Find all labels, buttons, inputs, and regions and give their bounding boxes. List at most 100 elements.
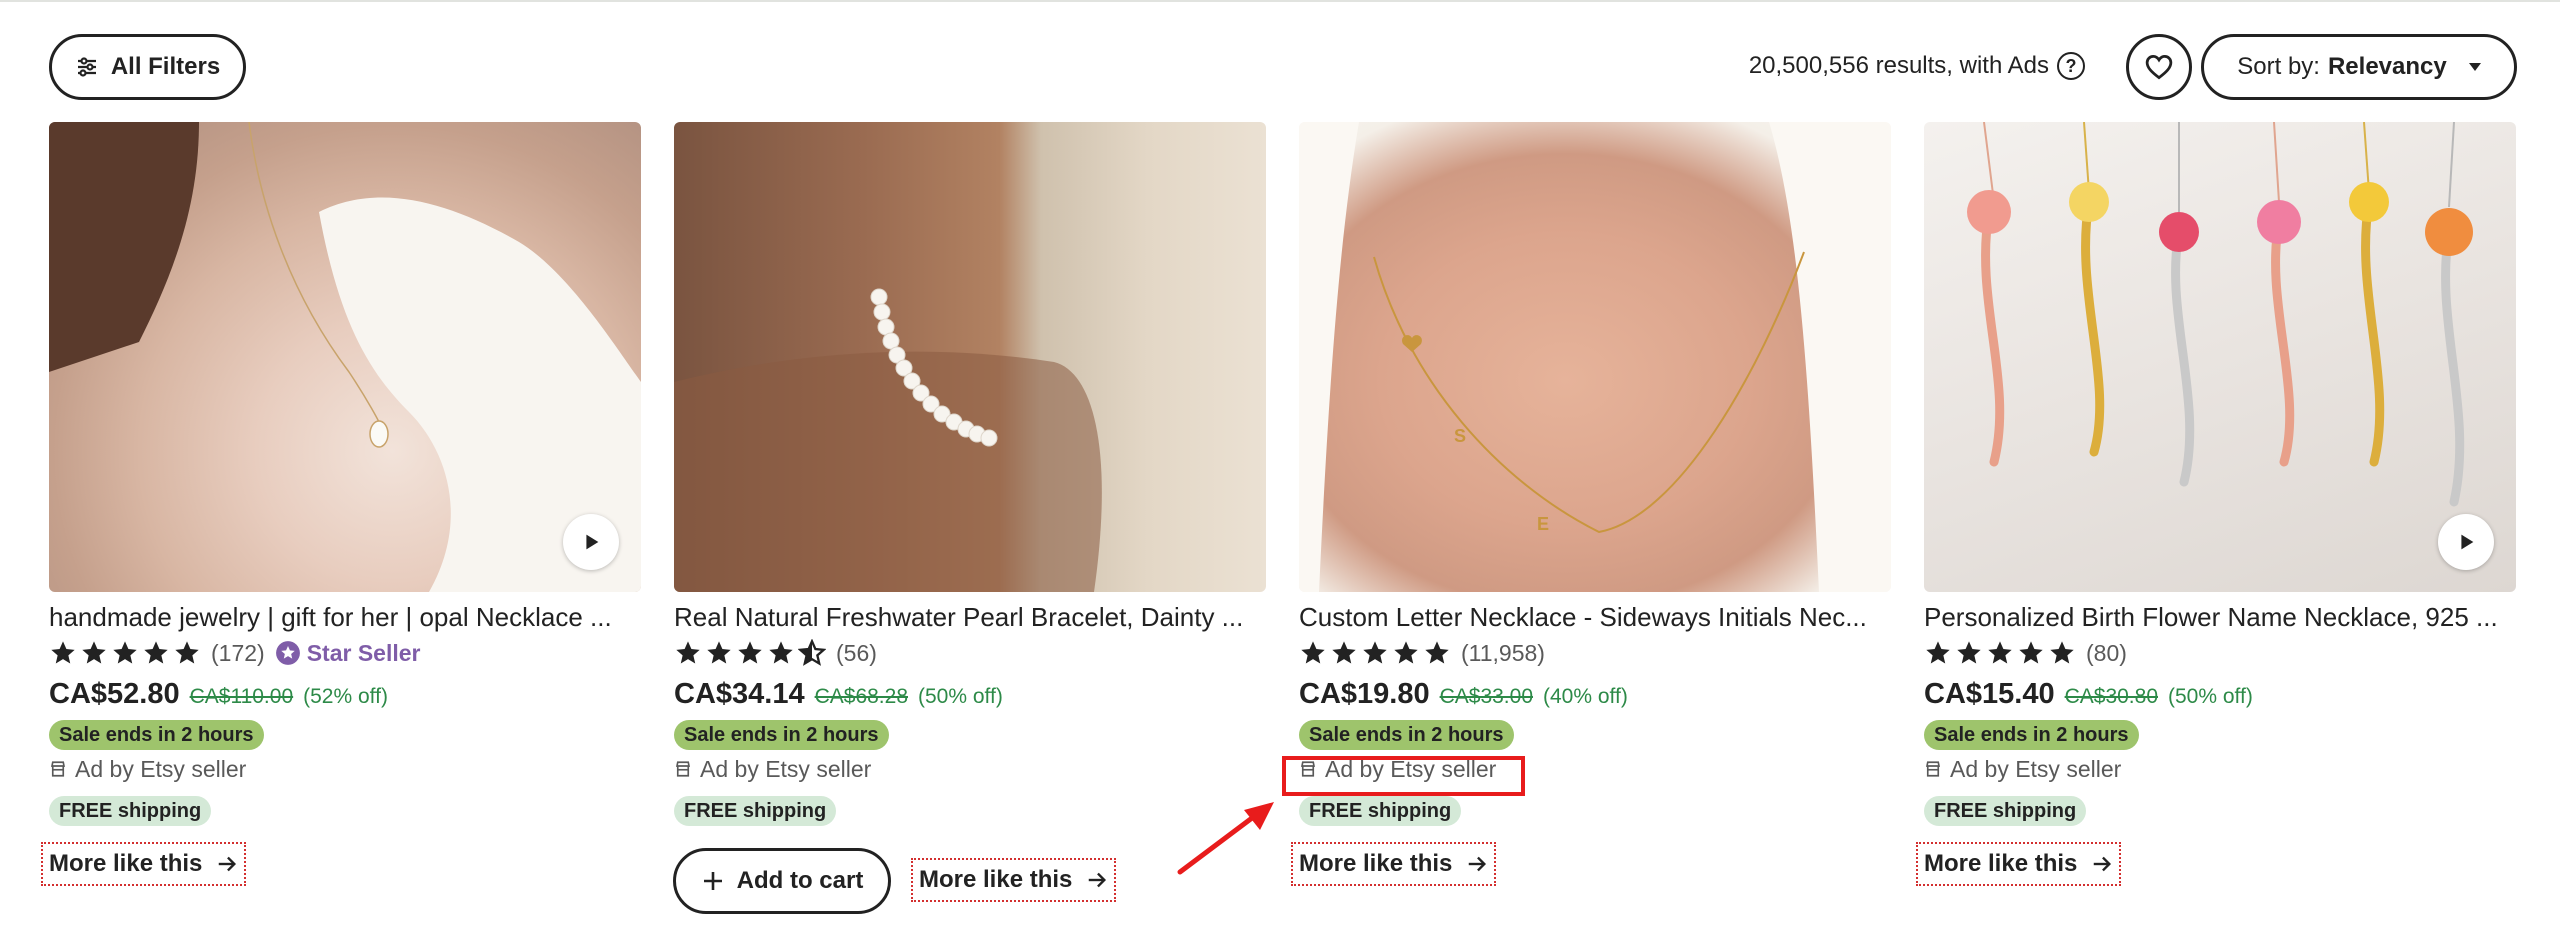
heart-icon <box>2145 54 2173 80</box>
caret-down-icon <box>2468 63 2481 71</box>
star-seller-label: Star Seller <box>306 639 421 666</box>
product-image[interactable] <box>1924 122 2516 592</box>
sale-ends-badge: Sale ends in 2 hours <box>1924 720 2139 750</box>
sort-dropdown[interactable]: Sort by: Relevancy <box>2201 34 2517 100</box>
arrow-right-icon <box>219 856 237 872</box>
results-count: 20,500,556 results, with Ads ? <box>1749 52 2085 80</box>
star-icon <box>144 641 168 664</box>
top-divider <box>0 0 2560 2</box>
more-like-this-label: More like this <box>919 866 1073 893</box>
sale-price: CA$34.14 <box>674 678 805 710</box>
shop-icon <box>50 761 66 777</box>
sale-price: CA$15.40 <box>1924 678 2055 710</box>
star-icon <box>175 641 199 664</box>
rating-row: (11,958) <box>1299 634 1891 672</box>
favorite-search-button[interactable] <box>2126 34 2192 100</box>
more-like-this-button[interactable]: More like this <box>1915 842 2122 886</box>
product-image[interactable]: S E <box>1299 122 1891 592</box>
free-shipping-badge: FREE shipping <box>1299 796 1462 826</box>
product-title[interactable]: Personalized Birth Flower Name Necklace,… <box>1924 600 2516 634</box>
product-title[interactable]: handmade jewelry | gift for her | opal N… <box>49 600 641 634</box>
shop-icon <box>675 761 691 777</box>
all-filters-label: All Filters <box>110 53 221 80</box>
star-rating <box>674 639 826 667</box>
free-shipping-badge: FREE shipping <box>49 796 212 826</box>
ad-label[interactable]: Ad by Etsy seller <box>674 752 1266 786</box>
question-circle-icon[interactable]: ? <box>2057 52 2085 80</box>
product-card[interactable]: S E Custom Letter Necklace - Sideways In… <box>1299 122 1891 826</box>
discount-percent: (50% off) <box>2168 685 2253 708</box>
svg-text:S: S <box>1454 426 1466 446</box>
ad-label-text: Ad by Etsy seller <box>700 755 872 782</box>
star-icon <box>1363 641 1387 664</box>
more-like-this-button[interactable]: More like this <box>40 842 247 886</box>
star-icon <box>1394 641 1418 664</box>
shop-icon <box>1300 761 1316 777</box>
review-count: (11,958) <box>1461 639 1545 666</box>
sale-ends-badge: Sale ends in 2 hours <box>49 720 264 750</box>
price-row: CA$34.14 CA$68.28 (50% off) <box>674 672 1266 716</box>
star-rating <box>1924 639 2076 667</box>
sort-value: Relevancy <box>2327 53 2447 80</box>
discount-percent: (50% off) <box>918 685 1003 708</box>
product-card[interactable]: Real Natural Freshwater Pearl Bracelet, … <box>674 122 1266 826</box>
arrow-right-icon <box>1089 872 1107 888</box>
add-to-cart-label: Add to cart <box>736 867 864 894</box>
original-price: CA$68.28 <box>814 685 908 708</box>
ad-label-text: Ad by Etsy seller <box>1325 755 1497 782</box>
product-title[interactable]: Custom Letter Necklace - Sideways Initia… <box>1299 600 1891 634</box>
half-star-icon <box>798 639 826 666</box>
star-icon <box>113 641 137 664</box>
shop-icon <box>1925 761 1941 777</box>
ad-label[interactable]: Ad by Etsy seller <box>1924 752 2516 786</box>
star-icon <box>51 641 75 664</box>
star-icon <box>707 641 731 664</box>
more-like-this-label: More like this <box>1299 850 1453 877</box>
arrow-right-icon <box>2094 856 2112 872</box>
star-icon <box>82 641 106 664</box>
star-icon <box>1988 641 2012 664</box>
original-price: CA$30.80 <box>2064 685 2158 708</box>
more-like-this-label: More like this <box>49 850 203 877</box>
sale-price: CA$52.80 <box>49 678 180 710</box>
star-rating <box>49 639 201 667</box>
more-like-this-label: More like this <box>1924 850 2078 877</box>
sale-ends-badge: Sale ends in 2 hours <box>1299 720 1514 750</box>
sliders-icon <box>77 57 96 77</box>
results-count-text: 20,500,556 results, with Ads <box>1748 52 2049 79</box>
play-video-button[interactable] <box>2438 514 2494 570</box>
star-seller-icon <box>275 641 300 665</box>
annotation-arrow-icon <box>1177 802 1274 875</box>
product-card[interactable]: handmade jewelry | gift for her | opal N… <box>49 122 641 826</box>
price-row: CA$19.80 CA$33.00 (40% off) <box>1299 672 1891 716</box>
add-to-cart-button[interactable]: Add to cart <box>673 848 891 914</box>
price-row: CA$15.40 CA$30.80 (50% off) <box>1924 672 2516 716</box>
product-card[interactable]: Personalized Birth Flower Name Necklace,… <box>1924 122 2516 826</box>
star-icon <box>1926 641 1950 664</box>
product-image[interactable] <box>49 122 641 592</box>
arrow-right-icon <box>1469 856 1487 872</box>
plus-icon <box>703 872 722 890</box>
ad-label[interactable]: Ad by Etsy seller <box>1299 752 1891 786</box>
review-count: (80) <box>2086 639 2127 666</box>
play-icon <box>2461 534 2474 550</box>
ad-label-text: Ad by Etsy seller <box>1950 755 2122 782</box>
rating-row: (56) <box>674 634 1266 672</box>
play-video-button[interactable] <box>563 514 619 570</box>
star-icon <box>1425 641 1449 664</box>
more-like-this-button[interactable]: More like this <box>1290 842 1497 886</box>
ad-label[interactable]: Ad by Etsy seller <box>49 752 641 786</box>
product-title[interactable]: Real Natural Freshwater Pearl Bracelet, … <box>674 600 1266 634</box>
ad-label-text: Ad by Etsy seller <box>75 755 247 782</box>
review-count: (56) <box>836 639 877 666</box>
star-icon <box>738 641 762 664</box>
all-filters-button[interactable]: All Filters <box>49 34 246 100</box>
free-shipping-badge: FREE shipping <box>1924 796 2087 826</box>
more-like-this-button[interactable]: More like this <box>910 858 1117 902</box>
sort-prefix: Sort by: <box>2237 53 2320 80</box>
original-price: CA$110.00 <box>189 685 294 708</box>
price-row: CA$52.80 CA$110.00 (52% off) <box>49 672 641 716</box>
star-icon <box>769 641 793 664</box>
product-image[interactable] <box>674 122 1266 592</box>
svg-text:E: E <box>1537 514 1549 534</box>
